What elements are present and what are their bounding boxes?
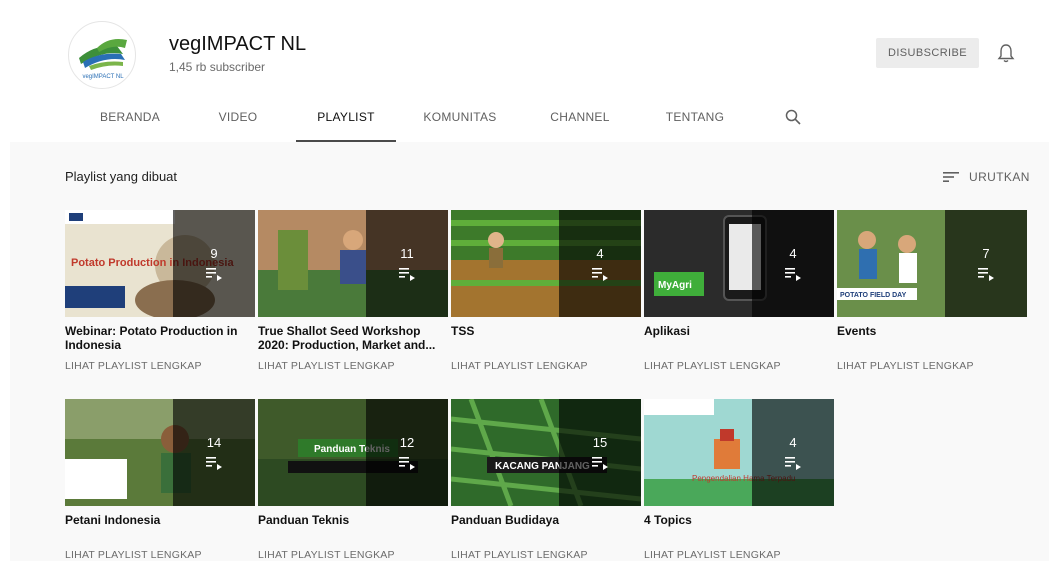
playlist-overlay: 4 [559,210,641,317]
channel-name: vegIMPACT NL [169,33,307,55]
playlist-icon [592,457,608,470]
sort-label: URUTKAN [969,170,1030,184]
view-full-playlist-link[interactable]: LIHAT PLAYLIST LENGKAP [644,360,834,372]
video-count: 15 [592,435,608,450]
playlist-card[interactable]: 14 Petani Indonesia LIHAT PLAYLIST LENGK… [65,399,255,561]
playlist-title[interactable]: Petani Indonesia [65,513,255,541]
video-count: 4 [596,246,604,261]
playlist-card[interactable]: Panduan Teknis 12 Panduan Teknis LIHAT P… [258,399,448,561]
playlist-thumbnail[interactable]: Panduan Teknis 12 [258,399,448,506]
tab-komunitas[interactable]: KOMUNITAS [415,98,505,142]
view-full-playlist-link[interactable]: LIHAT PLAYLIST LENGKAP [258,549,448,561]
playlist-thumbnail[interactable]: Pengendalian Hama Terpadu 4 [644,399,834,506]
channel-header: vegIMPACT NL vegIMPACT NL 1,45 rb subscr… [10,12,1049,142]
playlist-title[interactable]: Panduan Budidaya [451,513,641,541]
thumbnail-caption: MyAgri [658,280,692,291]
sort-button[interactable]: URUTKAN [943,167,1030,187]
playlist-overlay: 12 [366,399,448,506]
playlist-thumbnail[interactable]: MyAgri 4 [644,210,834,317]
playlist-title[interactable]: 4 Topics [644,513,834,541]
tab-tentang[interactable]: TENTANG [655,98,735,142]
playlist-icon [785,457,801,470]
playlist-icon [592,268,608,281]
playlist-overlay: 4 [752,399,834,506]
playlist-icon [978,268,994,281]
playlist-thumbnail[interactable]: 4 [451,210,641,317]
playlist-icon [206,457,222,470]
view-full-playlist-link[interactable]: LIHAT PLAYLIST LENGKAP [65,360,255,372]
playlist-icon [399,268,415,281]
playlist-thumbnail[interactable]: Potato Production in Indonesia 9 [65,210,255,317]
playlist-overlay: 7 [945,210,1027,317]
video-count: 4 [789,435,797,450]
playlist-title[interactable]: Aplikasi [644,324,834,352]
tab-beranda[interactable]: BERANDA [90,98,170,142]
playlist-icon [399,457,415,470]
channel-page: vegIMPACT NL vegIMPACT NL 1,45 rb subscr… [10,12,1049,561]
playlist-overlay: 4 [752,210,834,317]
unsubscribe-button[interactable]: DISUBSCRIBE [876,38,979,68]
section-title: Playlist yang dibuat [65,169,178,184]
view-full-playlist-link[interactable]: LIHAT PLAYLIST LENGKAP [451,360,641,372]
playlist-title[interactable]: TSS [451,324,641,352]
playlist-card[interactable]: Potato Production in Indonesia 9 Webinar… [65,210,255,372]
playlist-thumbnail[interactable]: KACANG PANJANG 15 [451,399,641,506]
video-count: 9 [210,246,218,261]
channel-avatar[interactable]: vegIMPACT NL [68,21,136,89]
video-count: 11 [400,246,414,261]
playlist-title[interactable]: True Shallot Seed Workshop 2020: Product… [258,324,448,352]
video-count: 4 [789,246,797,261]
video-count: 7 [982,246,990,261]
playlist-icon [785,268,801,281]
playlist-overlay: 15 [559,399,641,506]
bell-icon[interactable] [997,42,1015,64]
playlist-overlay: 11 [366,210,448,317]
playlist-icon [206,268,222,281]
playlist-thumbnail[interactable]: POTATO FIELD DAY 7 [837,210,1027,317]
view-full-playlist-link[interactable]: LIHAT PLAYLIST LENGKAP [65,549,255,561]
video-count: 12 [399,435,415,450]
tab-video[interactable]: VIDEO [202,98,274,142]
tab-channel[interactable]: CHANNEL [540,98,620,142]
subscriber-count: 1,45 rb subscriber [169,60,266,74]
view-full-playlist-link[interactable]: LIHAT PLAYLIST LENGKAP [258,360,448,372]
playlist-card[interactable]: KACANG PANJANG 15 Panduan Budidaya LIHAT… [451,399,641,561]
playlist-card[interactable]: 4 TSS LIHAT PLAYLIST LENGKAP [451,210,641,372]
playlist-thumbnail[interactable]: 11 [258,210,448,317]
playlist-title[interactable]: Webinar: Potato Production in Indonesia [65,324,255,352]
view-full-playlist-link[interactable]: LIHAT PLAYLIST LENGKAP [451,549,641,561]
view-full-playlist-link[interactable]: LIHAT PLAYLIST LENGKAP [644,549,834,561]
tab-playlist[interactable]: PLAYLIST [296,98,396,142]
playlist-card[interactable]: 11 True Shallot Seed Workshop 2020: Prod… [258,210,448,372]
playlist-overlay: 14 [173,399,255,506]
playlist-card[interactable]: MyAgri 4 Aplikasi LIHAT PLAYLIST LENGKAP [644,210,834,372]
playlist-card[interactable]: Pengendalian Hama Terpadu 4 4 Topics LIH… [644,399,834,561]
playlist-card[interactable]: POTATO FIELD DAY 7 Events LIHAT PLAYLIST… [837,210,1027,372]
search-icon[interactable] [784,108,802,126]
playlist-title[interactable]: Panduan Teknis [258,513,448,541]
sort-icon [943,172,959,182]
thumbnail-caption: POTATO FIELD DAY [840,292,907,299]
video-count: 14 [206,435,222,450]
channel-logo-text: vegIMPACT NL [82,74,124,80]
view-full-playlist-link[interactable]: LIHAT PLAYLIST LENGKAP [837,360,1027,372]
channel-tabs: BERANDA VIDEO PLAYLIST KOMUNITAS CHANNEL… [10,98,1049,142]
playlist-overlay: 9 [173,210,255,317]
playlist-title[interactable]: Events [837,324,1027,352]
playlist-thumbnail[interactable]: 14 [65,399,255,506]
